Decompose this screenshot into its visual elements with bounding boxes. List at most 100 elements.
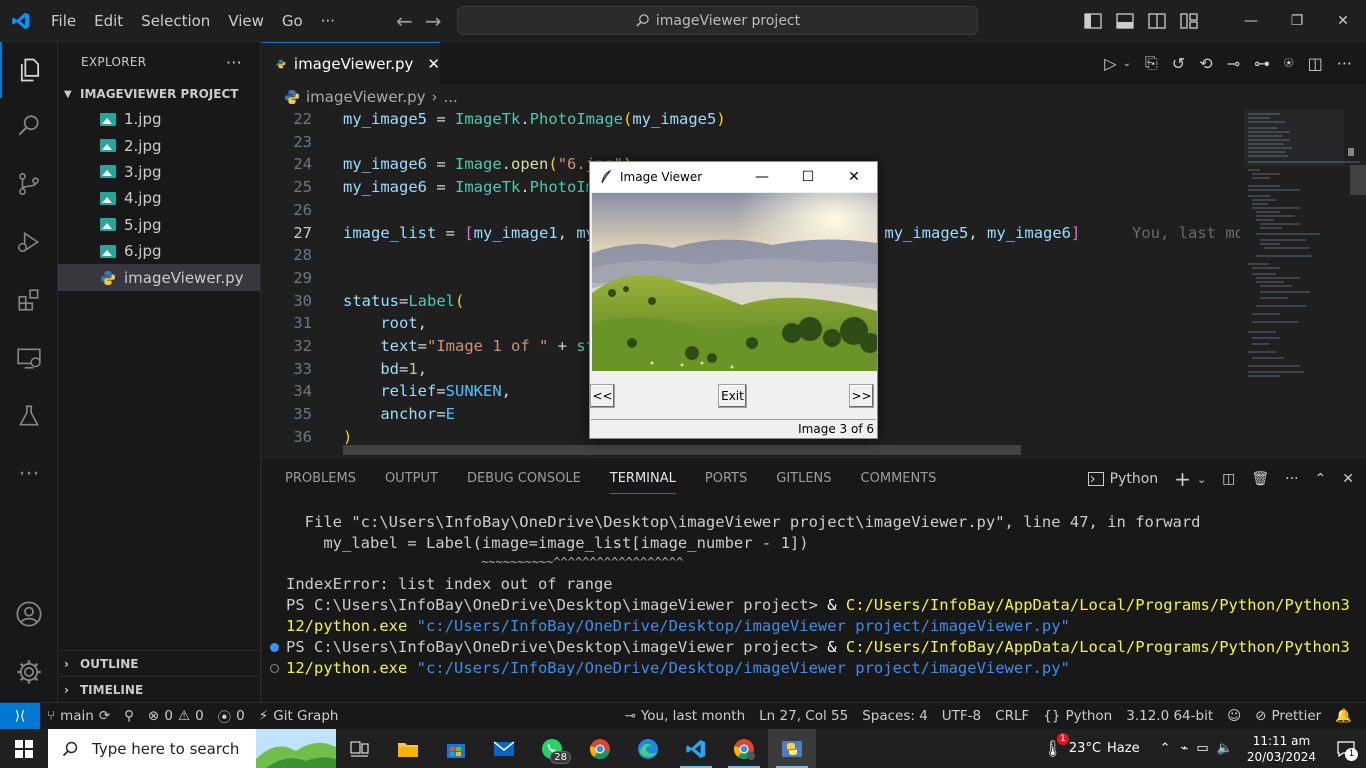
toggle-panel-icon[interactable] bbox=[1116, 13, 1134, 29]
notification-center-icon[interactable]: 1 bbox=[1326, 740, 1366, 761]
file-item-5-jpg[interactable]: 5.jpg bbox=[58, 212, 260, 238]
whatsapp-icon[interactable]: 28 bbox=[528, 729, 576, 768]
terminal-shell-selector[interactable]: Python bbox=[1087, 471, 1158, 487]
vscode-taskbar-icon[interactable] bbox=[672, 729, 720, 768]
edge-icon[interactable] bbox=[624, 729, 672, 768]
command-status-dot[interactable] bbox=[270, 642, 279, 652]
forward-arrow-icon[interactable]: → bbox=[425, 9, 442, 33]
open-changes-icon[interactable]: ⎘ bbox=[1145, 53, 1158, 73]
menu-more[interactable]: ··· bbox=[312, 0, 344, 42]
file-explorer-icon[interactable] bbox=[384, 729, 432, 768]
menu-edit[interactable]: Edit bbox=[85, 0, 132, 42]
back-button[interactable]: << bbox=[590, 384, 615, 408]
accounts-icon[interactable] bbox=[0, 586, 58, 642]
tab-terminal[interactable]: TERMINAL bbox=[609, 458, 677, 500]
close-window-button[interactable]: ✕ bbox=[1320, 0, 1366, 42]
windows-start-icon[interactable] bbox=[0, 729, 48, 768]
testing-flask-icon[interactable] bbox=[0, 388, 58, 444]
prettier-item[interactable]: ⊘ Prettier bbox=[1248, 708, 1328, 724]
clock[interactable]: 11:11 am 20/03/2024 bbox=[1237, 733, 1326, 765]
close-tab-icon[interactable]: ✕ bbox=[427, 55, 440, 73]
back-arrow-icon[interactable]: ← bbox=[396, 9, 413, 33]
minimap[interactable] bbox=[1240, 110, 1366, 456]
gitlens-blame-item[interactable]: ⊸ You, last month bbox=[618, 708, 753, 724]
eol-item[interactable]: CRLF bbox=[988, 708, 1036, 724]
tab-imageviewer-py[interactable]: imageViewer.py ✕ bbox=[262, 42, 440, 84]
language-mode-item[interactable]: {} Python bbox=[1036, 708, 1119, 724]
git-commit-icon[interactable]: ⊸ bbox=[1227, 54, 1240, 73]
restore-window-button[interactable]: ❐ bbox=[1274, 0, 1320, 42]
timeline-section-header[interactable]: › TIMELINE bbox=[58, 676, 261, 702]
breadcrumb-symbol[interactable]: ... bbox=[444, 88, 458, 106]
problems-item[interactable]: ⊗ 0 ⚠ 0 bbox=[141, 708, 211, 724]
source-control-icon[interactable] bbox=[0, 156, 58, 212]
minimize-window-button[interactable]: — bbox=[1228, 0, 1274, 42]
file-item-imageviewer-py[interactable]: imageViewer.py bbox=[58, 264, 260, 291]
taskbar-search-box[interactable]: Type here to search bbox=[48, 729, 336, 768]
customize-layout-icon[interactable] bbox=[1180, 13, 1198, 29]
kill-terminal-trash-icon[interactable]: 🗑 bbox=[1251, 471, 1269, 487]
python-interpreter-item[interactable]: 3.12.0 64-bit bbox=[1119, 708, 1220, 724]
terminal-output[interactable]: File "c:\Users\InfoBay\OneDrive\Desktop\… bbox=[270, 513, 1350, 679]
forward-button[interactable]: >> bbox=[849, 384, 874, 408]
split-editor-icon[interactable]: ◫ bbox=[1308, 54, 1323, 73]
explorer-more-actions[interactable]: ··· bbox=[226, 53, 242, 72]
indentation-item[interactable]: Spaces: 4 bbox=[855, 708, 935, 724]
more-actions-icon[interactable]: ··· bbox=[1285, 471, 1298, 487]
mail-icon[interactable] bbox=[480, 729, 528, 768]
chrome-profile-icon[interactable] bbox=[720, 729, 768, 768]
explorer-icon[interactable] bbox=[0, 42, 58, 98]
run-python-file-icon[interactable]: ▷ bbox=[1104, 54, 1116, 73]
command-center-search[interactable]: imageViewer project bbox=[457, 6, 978, 35]
menu-selection[interactable]: Selection bbox=[132, 0, 219, 42]
command-status-dot[interactable] bbox=[270, 663, 279, 673]
copilot-icon[interactable]: ☺ bbox=[1220, 708, 1248, 724]
exit-button[interactable]: Exit bbox=[718, 384, 747, 408]
more-views-icon[interactable]: ··· bbox=[0, 446, 58, 502]
image-viewer-titlebar[interactable]: Image Viewer — ☐ ✕ bbox=[590, 162, 877, 192]
chevron-down-icon[interactable]: ⌄ bbox=[1197, 473, 1206, 486]
chevron-down-icon[interactable]: ⌄ bbox=[1123, 58, 1131, 69]
gitlens-inspect-icon[interactable]: ⍟ bbox=[1284, 53, 1294, 73]
project-folder-header[interactable]: ▼ IMAGEVIEWER PROJECT bbox=[58, 82, 260, 106]
maximize-panel-chevron-up-icon[interactable]: ⌃ bbox=[1315, 471, 1327, 487]
outline-section-header[interactable]: › OUTLINE bbox=[58, 650, 261, 676]
tab-debug-console[interactable]: DEBUG CONSOLE bbox=[467, 458, 581, 500]
manage-gear-icon[interactable] bbox=[0, 644, 58, 700]
git-branch-item[interactable]: ⑂ main ⟳ bbox=[40, 708, 117, 724]
liveshare-icon[interactable]: ⚲ bbox=[117, 708, 141, 724]
git-graph-item[interactable]: ⚡ Git Graph bbox=[252, 708, 346, 724]
encoding-item[interactable]: UTF-8 bbox=[935, 708, 988, 724]
menu-file[interactable]: File bbox=[42, 0, 85, 42]
notifications-bell-icon[interactable]: 🔔 bbox=[1328, 708, 1366, 724]
run-and-debug-icon[interactable] bbox=[0, 214, 58, 270]
network-icon[interactable]: ⌁ bbox=[1177, 741, 1193, 756]
menu-view[interactable]: View bbox=[219, 0, 273, 42]
tab-gitlens[interactable]: GITLENS bbox=[776, 458, 831, 500]
task-view-icon[interactable] bbox=[336, 729, 384, 768]
toggle-secondary-sidebar-icon[interactable] bbox=[1148, 13, 1166, 29]
remote-indicator-icon[interactable]: ⟩⟨ bbox=[0, 702, 40, 730]
cursor-position-item[interactable]: Ln 27, Col 55 bbox=[752, 708, 855, 724]
tab-ports[interactable]: PORTS bbox=[705, 458, 747, 500]
close-panel-icon[interactable]: ✕ bbox=[1342, 471, 1354, 487]
more-actions-icon[interactable]: ··· bbox=[1337, 54, 1352, 73]
tk-close-button[interactable]: ✕ bbox=[831, 162, 877, 192]
search-icon[interactable] bbox=[0, 98, 58, 154]
tab-comments[interactable]: COMMENTS bbox=[861, 458, 937, 500]
extensions-icon[interactable] bbox=[0, 272, 58, 328]
horizontal-scrollbar[interactable] bbox=[343, 445, 1021, 455]
show-hidden-icons-chevron-up-icon[interactable]: ⌃ bbox=[1154, 741, 1177, 756]
file-item-6-jpg[interactable]: 6.jpg bbox=[58, 238, 260, 264]
file-item-4-jpg[interactable]: 4.jpg bbox=[58, 185, 260, 211]
remote-explorer-icon[interactable] bbox=[0, 330, 58, 386]
ports-item[interactable]: ⦿ 0 bbox=[211, 706, 252, 726]
weather-widget[interactable]: 🌡 1 23°C Haze bbox=[1043, 733, 1154, 758]
file-item-1-jpg[interactable]: 1.jpg bbox=[58, 106, 260, 132]
menu-go[interactable]: Go bbox=[273, 0, 312, 42]
battery-icon[interactable]: ▭ bbox=[1192, 741, 1212, 756]
split-terminal-icon[interactable]: ◫ bbox=[1222, 471, 1235, 487]
toggle-primary-sidebar-icon[interactable] bbox=[1084, 13, 1102, 29]
tab-output[interactable]: OUTPUT bbox=[385, 458, 438, 500]
chrome-icon[interactable] bbox=[576, 729, 624, 768]
